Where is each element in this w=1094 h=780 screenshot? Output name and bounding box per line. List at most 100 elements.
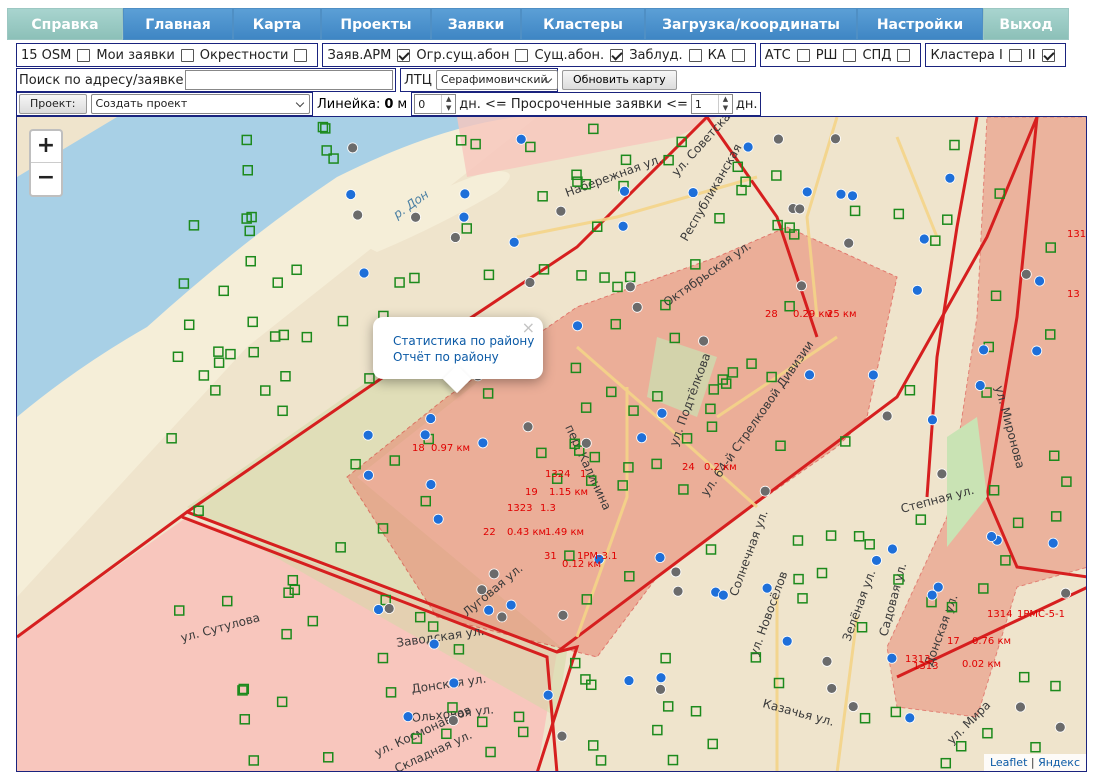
stepper-arrows-icon[interactable]: ▲ ▼	[441, 95, 455, 113]
filter-checkbox[interactable]	[1008, 48, 1022, 62]
subscriber-marker[interactable]	[986, 531, 997, 542]
subscriber-marker[interactable]	[974, 380, 986, 391]
refresh-map-button[interactable]: Обновить карту	[562, 70, 677, 90]
filter-checkbox[interactable]	[515, 48, 529, 62]
subscriber-marker[interactable]	[918, 233, 930, 245]
subscriber-marker[interactable]	[742, 141, 754, 153]
subscriber-marker[interactable]	[383, 603, 395, 614]
days-from-stepper[interactable]: 0 ▲ ▼	[414, 94, 457, 114]
subscriber-marker[interactable]	[670, 566, 682, 578]
subscriber-marker[interactable]	[843, 237, 855, 249]
district-report-link[interactable]: Отчёт по району	[393, 349, 543, 365]
subscriber-marker[interactable]	[447, 715, 459, 726]
yandex-link[interactable]: Яндекс	[1038, 756, 1080, 769]
map-canvas[interactable]: р. Дон Набережная ул. ул. Советская Респ…	[17, 117, 1087, 772]
subscriber-marker[interactable]	[623, 675, 635, 686]
subscriber-marker[interactable]	[624, 281, 636, 293]
subscriber-marker[interactable]	[345, 189, 357, 200]
subscriber-marker[interactable]	[449, 232, 461, 243]
subscriber-marker[interactable]	[796, 280, 807, 292]
subscriber-marker[interactable]	[428, 638, 440, 650]
subscriber-marker[interactable]	[830, 133, 841, 145]
nav-item[interactable]: Кластеры	[521, 8, 645, 40]
subscriber-marker[interactable]	[655, 683, 666, 695]
subscriber-marker[interactable]	[826, 683, 838, 694]
stepper-arrows-icon[interactable]: ▲ ▼	[717, 95, 732, 113]
subscriber-marker[interactable]	[801, 186, 813, 198]
nav-item[interactable]: Справка	[7, 8, 123, 40]
subscriber-marker[interactable]	[410, 211, 421, 223]
nav-item[interactable]: Выход	[983, 8, 1069, 40]
subscriber-marker[interactable]	[1060, 587, 1072, 599]
subscriber-marker[interactable]	[1034, 275, 1045, 287]
subscriber-marker[interactable]	[557, 609, 569, 621]
subscriber-marker[interactable]	[936, 468, 948, 480]
filter-checkbox[interactable]	[897, 48, 911, 62]
subscriber-marker[interactable]	[821, 655, 833, 667]
subscriber-marker[interactable]	[886, 652, 898, 664]
filter-checkbox[interactable]	[731, 48, 745, 62]
subscriber-marker[interactable]	[759, 485, 771, 497]
subscriber-marker[interactable]	[459, 188, 471, 200]
subscriber-marker[interactable]	[1031, 345, 1043, 357]
subscriber-marker[interactable]	[458, 211, 470, 223]
subscriber-marker[interactable]	[804, 369, 815, 381]
subscriber-marker[interactable]	[871, 555, 882, 566]
filter-checkbox[interactable]	[688, 48, 702, 62]
nav-item[interactable]: Загрузка/координаты	[645, 8, 857, 40]
filter-checkbox[interactable]	[180, 48, 194, 62]
subscriber-marker[interactable]	[617, 220, 629, 232]
map-view[interactable]: р. Дон Набережная ул. ул. Советская Респ…	[16, 116, 1087, 772]
filter-checkbox[interactable]	[294, 48, 308, 62]
subscriber-marker[interactable]	[358, 267, 370, 279]
ltc-select[interactable]: Серафимовичский	[435, 70, 558, 90]
subscriber-marker[interactable]	[477, 437, 489, 449]
subscriber-marker[interactable]	[655, 672, 667, 684]
search-input[interactable]	[184, 70, 393, 90]
subscriber-marker[interactable]	[654, 552, 666, 563]
subscriber-marker[interactable]	[524, 277, 536, 288]
subscriber-marker[interactable]	[761, 582, 773, 594]
subscriber-marker[interactable]	[847, 701, 859, 712]
subscriber-marker[interactable]	[363, 469, 374, 481]
nav-item[interactable]: Заявки	[431, 8, 521, 40]
subscriber-marker[interactable]	[362, 429, 374, 441]
filter-checkbox[interactable]	[77, 48, 91, 62]
subscriber-marker[interactable]	[425, 413, 437, 424]
filter-checkbox[interactable]	[397, 48, 411, 62]
filter-checkbox[interactable]	[1041, 48, 1055, 62]
subscriber-marker[interactable]	[488, 568, 500, 580]
project-button[interactable]: Проект:	[19, 94, 87, 114]
subscriber-marker[interactable]	[656, 407, 668, 419]
subscriber-marker[interactable]	[432, 513, 444, 525]
subscriber-marker[interactable]	[687, 187, 699, 198]
subscriber-marker[interactable]	[1047, 537, 1059, 549]
nav-item[interactable]: Проекты	[321, 8, 431, 40]
subscriber-marker[interactable]	[448, 677, 460, 689]
subscriber-marker[interactable]	[580, 437, 592, 449]
subscriber-marker[interactable]	[1020, 268, 1032, 280]
nav-item[interactable]: Карта	[233, 8, 321, 40]
subscriber-marker[interactable]	[867, 369, 879, 381]
subscriber-marker[interactable]	[476, 584, 488, 596]
subscriber-marker[interactable]	[556, 730, 568, 742]
subscriber-marker[interactable]	[773, 133, 784, 145]
subscriber-marker[interactable]	[522, 421, 534, 433]
subscriber-marker[interactable]	[636, 432, 648, 444]
subscriber-marker[interactable]	[496, 611, 508, 623]
subscriber-marker[interactable]	[505, 599, 517, 611]
zoom-in-button[interactable]: +	[31, 131, 61, 163]
subscriber-marker[interactable]	[483, 604, 495, 616]
nav-item[interactable]: Главная	[123, 8, 233, 40]
subscriber-marker[interactable]	[672, 585, 684, 597]
filter-checkbox[interactable]	[796, 48, 810, 62]
subscriber-marker[interactable]	[542, 689, 554, 701]
subscriber-marker[interactable]	[698, 335, 709, 347]
subscriber-marker[interactable]	[425, 479, 437, 490]
subscriber-marker[interactable]	[572, 320, 583, 332]
subscriber-marker[interactable]	[402, 711, 414, 722]
subscriber-marker[interactable]	[881, 410, 893, 422]
days-to-stepper[interactable]: 1 ▲ ▼	[690, 94, 733, 114]
subscriber-marker[interactable]	[373, 604, 384, 615]
zoom-out-button[interactable]: −	[31, 163, 61, 195]
